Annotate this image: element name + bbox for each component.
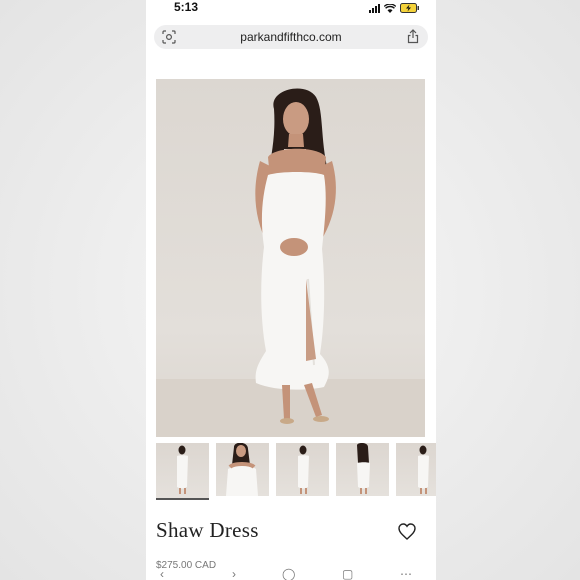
new-tab-icon[interactable]: ◯ xyxy=(282,567,295,580)
product-main-image[interactable] xyxy=(156,79,425,437)
thumbnail-1[interactable] xyxy=(156,443,209,500)
status-bar: 5:13 xyxy=(146,0,436,18)
status-icons xyxy=(369,3,420,13)
tabs-icon[interactable]: ▢ xyxy=(342,567,353,580)
phone-screen: 5:13 parkandfifthco.com Shaw Dress $275.… xyxy=(146,0,436,580)
more-icon[interactable]: ⋯ xyxy=(400,567,412,580)
back-icon[interactable]: ‹ xyxy=(160,567,164,580)
thumbnail-2[interactable] xyxy=(216,443,269,496)
share-icon[interactable] xyxy=(406,29,420,44)
signal-icon xyxy=(369,3,380,13)
address-bar[interactable]: parkandfifthco.com xyxy=(154,25,428,49)
product-title: Shaw Dress xyxy=(156,518,259,542)
thumbnail-4[interactable] xyxy=(336,443,389,496)
thumbnail-strip xyxy=(156,443,436,500)
thumbnail-5[interactable] xyxy=(396,443,436,496)
battery-charging-icon xyxy=(400,3,420,13)
model-figure xyxy=(255,88,336,424)
status-time: 5:13 xyxy=(174,0,199,14)
wishlist-heart-icon[interactable] xyxy=(398,523,416,540)
thumbnail-3[interactable] xyxy=(276,443,329,496)
url-text[interactable]: parkandfifthco.com xyxy=(154,30,428,44)
wifi-icon xyxy=(384,3,396,13)
browser-toolbar: ‹ › ◯ ▢ ⋯ xyxy=(146,567,436,580)
forward-icon[interactable]: › xyxy=(232,567,236,580)
